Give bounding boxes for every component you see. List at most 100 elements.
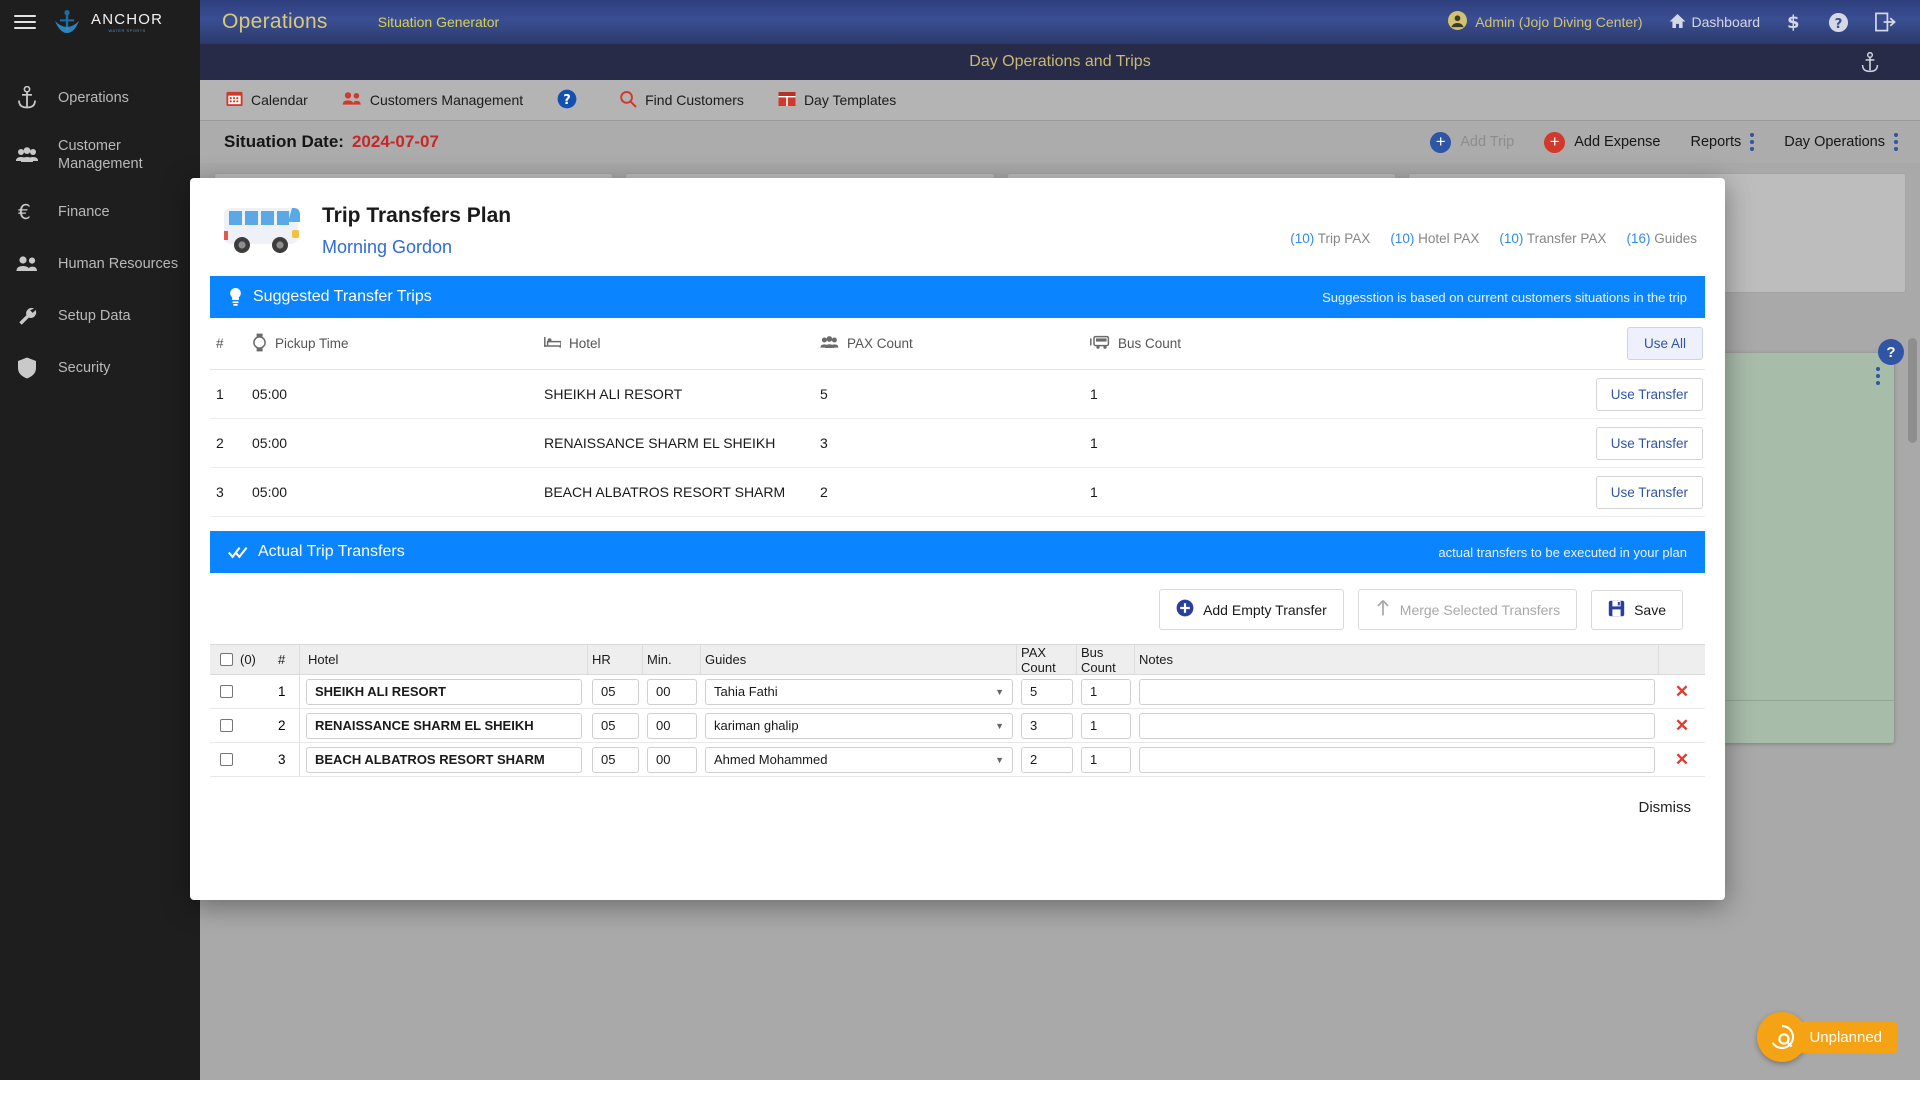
pax-input[interactable]: 2 [1021, 746, 1073, 773]
pax-input[interactable]: 5 [1021, 678, 1073, 705]
help-button[interactable]: ? [557, 89, 585, 112]
min-input[interactable]: 00 [647, 678, 697, 705]
dashboard-link[interactable]: Dashboard [1669, 13, 1761, 32]
add-expense-button[interactable]: + Add Expense [1544, 131, 1660, 153]
sidebar-item-operations[interactable]: Operations [0, 72, 200, 124]
guide-select[interactable]: kariman ghalip ▼ [705, 712, 1013, 739]
row-checkbox[interactable] [220, 719, 233, 732]
row-guide-cell: Tahia Fathi ▼ [701, 678, 1017, 705]
day-operations-menu[interactable]: Day Operations [1784, 133, 1898, 151]
top-navigation-bar: Operations Situation Generator Admin (Jo… [200, 0, 1920, 44]
hotel-input[interactable]: BEACH ALBATROS RESORT SHARM [306, 746, 582, 773]
delete-row-icon[interactable]: ✕ [1675, 682, 1689, 701]
kebab-menu-icon[interactable] [1876, 367, 1881, 385]
add-trip-button[interactable]: + Add Trip [1430, 131, 1514, 153]
unplanned-fab[interactable]: Unplanned [1757, 1012, 1898, 1062]
people-icon [14, 142, 40, 168]
row-pax-cell: 2 [1017, 746, 1077, 773]
min-input[interactable]: 00 [647, 746, 697, 773]
save-button[interactable]: Save [1591, 589, 1683, 630]
page-scrollbar[interactable] [1908, 338, 1917, 1098]
pax-input[interactable]: 3 [1021, 712, 1073, 739]
header-label: PAX Count [847, 336, 913, 351]
guide-select[interactable]: Tahia Fathi ▼ [705, 678, 1013, 705]
grid-row: 3 BEACH ALBATROS RESORT SHARM 05 00 Ahme… [210, 743, 1705, 777]
sidebar-item-finance[interactable]: € Finance [0, 186, 200, 238]
bus-icon [1090, 335, 1110, 353]
scrollbar-thumb[interactable] [1908, 338, 1917, 443]
table-row: 3 05:00 BEACH ALBATROS RESORT SHARM 2 1 … [210, 468, 1705, 517]
customers-management-label: Customers Management [369, 92, 524, 108]
logout-icon[interactable] [1875, 12, 1896, 32]
find-customers-button[interactable]: Find Customers [619, 90, 744, 111]
header-pickup-time: Pickup Time [252, 333, 544, 355]
help-icon[interactable]: ? [1828, 12, 1849, 33]
customers-management-button[interactable]: Customers Management [342, 91, 523, 109]
sidebar-item-setup-data[interactable]: Setup Data [0, 290, 200, 342]
hr-input[interactable]: 05 [592, 746, 639, 773]
delete-row-icon[interactable]: ✕ [1675, 750, 1689, 769]
guide-value: Ahmed Mohammed [714, 752, 828, 767]
day-templates-label: Day Templates [803, 92, 897, 108]
situation-generator-link[interactable]: Situation Generator [378, 14, 499, 30]
calendar-button[interactable]: Calendar [226, 90, 308, 110]
row-checkbox[interactable] [220, 753, 233, 766]
delete-row-icon[interactable]: ✕ [1675, 716, 1689, 735]
sidebar-item-customer-management[interactable]: Customer Management [0, 124, 200, 186]
bus-input[interactable]: 1 [1081, 712, 1131, 739]
people-icon [820, 335, 839, 352]
menu-toggle-icon[interactable] [14, 15, 36, 29]
row-hotel-cell: RENAISSANCE SHARM EL SHEIKH [300, 712, 588, 739]
dashboard-label: Dashboard [1691, 14, 1761, 30]
use-transfer-button[interactable]: Use Transfer [1595, 426, 1703, 460]
svg-text:?: ? [1835, 16, 1843, 31]
sidebar-item-security[interactable]: Security [0, 342, 200, 394]
row-pax-cell: 3 [1017, 712, 1077, 739]
row-num: 1 [216, 386, 224, 402]
notes-input[interactable] [1139, 678, 1655, 705]
hr-input[interactable]: 05 [592, 712, 639, 739]
hr-input[interactable]: 05 [592, 678, 639, 705]
notes-input[interactable] [1139, 746, 1655, 773]
help-icon[interactable]: ? [1878, 339, 1905, 365]
header-pax-count: PAX Count [820, 335, 1090, 352]
kebab-menu-icon[interactable] [1894, 133, 1898, 151]
use-transfer-button[interactable]: Use Transfer [1595, 377, 1703, 411]
dismiss-button[interactable]: Dismiss [1639, 799, 1692, 816]
help-icon: ? [557, 89, 577, 112]
count-label: Trip PAX [1317, 230, 1371, 246]
use-all-button[interactable]: Use All [1626, 327, 1703, 360]
notes-input[interactable] [1139, 712, 1655, 739]
action-toolbar: Calendar Customers Management ? Find Cus… [200, 80, 1920, 121]
user-menu[interactable]: Admin (Jojo Diving Center) [1448, 11, 1643, 33]
merge-selected-transfers-button[interactable]: Merge Selected Transfers [1357, 589, 1578, 630]
sub-header: Day Operations and Trips [200, 44, 1920, 80]
wrench-icon [14, 303, 40, 329]
use-transfer-button[interactable]: Use Transfer [1595, 475, 1703, 509]
chevron-down-icon: ▼ [995, 686, 1004, 697]
add-empty-transfer-button[interactable]: Add Empty Transfer [1159, 589, 1344, 630]
suggested-band-title: Suggested Transfer Trips [253, 288, 432, 305]
row-checkbox[interactable] [220, 685, 233, 698]
row-hotel: SHEIKH ALI RESORT [544, 386, 683, 402]
sidebar-item-label: Setup Data [58, 308, 131, 325]
row-guide-cell: Ahmed Mohammed ▼ [701, 746, 1017, 773]
min-input[interactable]: 00 [647, 712, 697, 739]
sidebar-item-human-resources[interactable]: Human Resources [0, 238, 200, 290]
day-operations-label: Day Operations [1784, 134, 1885, 150]
kebab-menu-icon[interactable] [1750, 133, 1755, 151]
header-label: Hotel [569, 336, 601, 351]
day-templates-button[interactable]: Day Templates [778, 91, 896, 110]
select-all-checkbox[interactable] [220, 653, 233, 666]
bus-input[interactable]: 1 [1081, 746, 1131, 773]
hotel-input[interactable]: RENAISSANCE SHARM EL SHEIKH [306, 712, 582, 739]
guide-select[interactable]: Ahmed Mohammed ▼ [705, 746, 1013, 773]
bus-input[interactable]: 1 [1081, 678, 1131, 705]
hotel-input[interactable]: SHEIKH ALI RESORT [306, 678, 582, 705]
dollar-icon[interactable]: $ [1786, 12, 1802, 32]
actual-band-note: actual transfers to be executed in your … [1438, 544, 1687, 560]
dialog-subtitle[interactable]: Morning Gordon [322, 237, 511, 258]
row-delete-cell: ✕ [1659, 716, 1705, 736]
reports-menu[interactable]: Reports [1690, 133, 1755, 151]
header-bus-count: Bus Count [1077, 644, 1135, 675]
